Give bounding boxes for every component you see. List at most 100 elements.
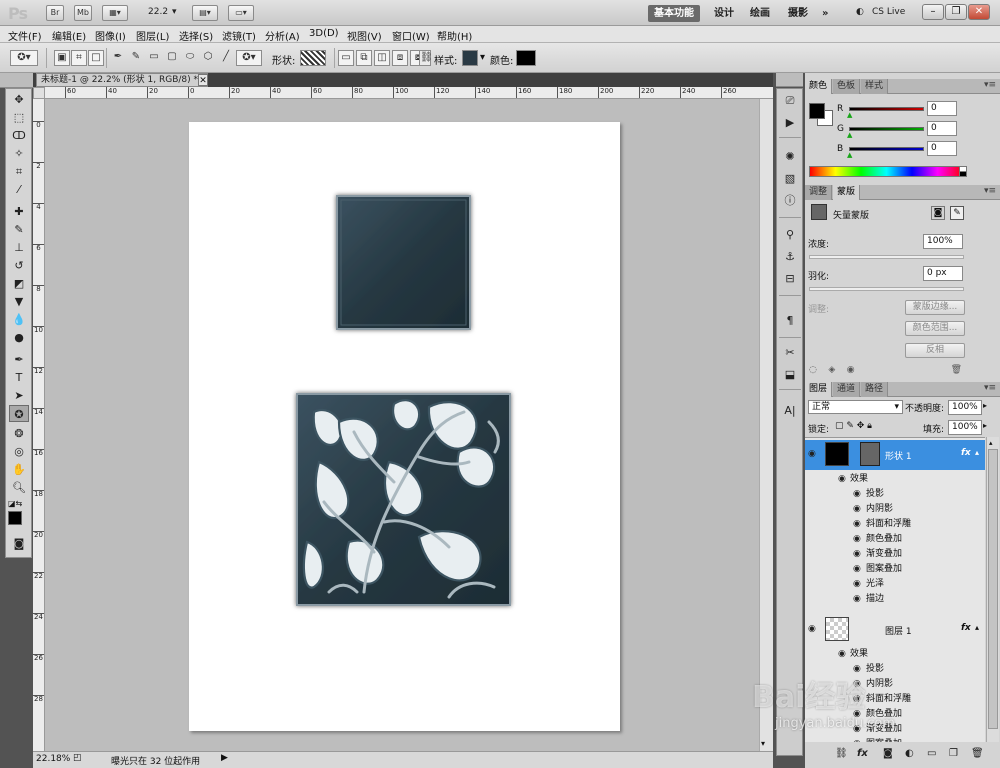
new-group-icon[interactable]: ▭ xyxy=(927,748,936,759)
status-arrow-icon[interactable]: ▶ xyxy=(221,753,228,763)
effect-item[interactable]: ◉ 描边 xyxy=(820,592,980,606)
horizontal-ruler[interactable]: 60 40 20 0 20 40 60 80 100 120 140 160 180 200 220 240 2… xyxy=(45,87,773,99)
more-workspaces-icon[interactable]: » xyxy=(816,5,834,22)
link-icon[interactable]: ⛓ xyxy=(419,50,433,66)
custom-shape-tool-icon[interactable]: ✪ xyxy=(9,405,29,422)
tab-styles[interactable]: 样式 xyxy=(861,79,889,94)
close-button[interactable]: ✕ xyxy=(968,4,990,20)
line-icon[interactable]: ╱ xyxy=(218,50,234,66)
vertical-ruler[interactable]: 0 2 4 6 8 10 12 14 16 18 20 22 24 26 28 xyxy=(33,99,45,751)
crop-tool-icon[interactable]: ⌗ xyxy=(9,163,29,180)
invert-button[interactable]: 反相 xyxy=(905,343,965,358)
style-dropdown-icon[interactable]: ▾ xyxy=(480,52,485,63)
black-white-swatch[interactable] xyxy=(959,166,967,177)
workspace-design[interactable]: 设计 xyxy=(708,5,740,22)
panel-menu-icon[interactable]: ▾≡ xyxy=(984,186,996,196)
expand-effects-icon[interactable]: ▴ xyxy=(975,448,979,457)
paths-icon[interactable]: ⌗ xyxy=(71,50,87,66)
tab-masks[interactable]: 蒙版 xyxy=(833,185,861,200)
quick-selection-tool-icon[interactable]: ✧ xyxy=(9,145,29,162)
cs-live-button[interactable]: CS Live xyxy=(872,7,905,17)
actions-icon[interactable]: ▶ xyxy=(781,115,799,131)
channel-g-handle-icon[interactable]: ▲ xyxy=(847,131,852,139)
effect-eye-icon[interactable]: ◉ xyxy=(853,532,861,546)
paint-bucket-tool-icon[interactable]: ▼ xyxy=(9,293,29,310)
workspace-photography[interactable]: 摄影 xyxy=(782,5,814,22)
tool-presets-icon[interactable]: ⊟ xyxy=(781,271,799,287)
style-picker[interactable] xyxy=(462,50,478,66)
menu-filter[interactable]: 滤镜(T) xyxy=(222,28,256,43)
layer-fx-icon[interactable]: fx xyxy=(961,623,971,633)
rectangle-icon[interactable]: ▭ xyxy=(146,50,162,66)
character-icon[interactable]: A| xyxy=(781,403,799,419)
effect-item[interactable]: ◉ 渐变叠加 xyxy=(820,547,980,561)
vertical-scrollbar[interactable]: ▾ xyxy=(759,99,773,751)
color-swatch[interactable] xyxy=(516,50,536,66)
effect-eye-icon[interactable]: ◉ xyxy=(853,517,861,531)
default-colors-icon[interactable]: ◪⇆ xyxy=(8,499,22,508)
effect-eye-icon[interactable]: ◉ xyxy=(853,722,861,736)
polygon-icon[interactable]: ⬡ xyxy=(200,50,216,66)
effect-item[interactable]: ◉ 光泽 xyxy=(820,577,980,591)
effect-eye-icon[interactable]: ◉ xyxy=(853,662,861,676)
link-layers-icon[interactable]: ⛓ xyxy=(835,748,848,759)
effect-item[interactable]: ◉ 内阴影 xyxy=(820,502,980,516)
info-icon[interactable]: ⓘ xyxy=(781,193,799,209)
delete-mask-icon[interactable]: 🗑︎ xyxy=(951,365,962,375)
visibility-eye-icon[interactable]: ◉ xyxy=(808,449,816,459)
layer-name[interactable]: 形状 1 xyxy=(885,449,912,462)
new-layer-icon[interactable]: ❐ xyxy=(949,748,958,759)
pixel-mask-icon[interactable]: ◙ xyxy=(931,206,945,220)
create-new-shape-icon[interactable]: ▭ xyxy=(338,50,354,66)
blur-tool-icon[interactable]: 💧 xyxy=(9,311,29,328)
channel-r-input[interactable]: 0 xyxy=(927,101,957,116)
expand-effects-icon[interactable]: ▴ xyxy=(975,623,979,632)
channel-g-input[interactable]: 0 xyxy=(927,121,957,136)
eyedropper-tool-icon[interactable]: ⁄ xyxy=(9,181,29,198)
shape-layers-icon[interactable]: ▣ xyxy=(54,50,70,66)
add-shape-icon[interactable]: ⧉ xyxy=(356,50,372,66)
scroll-down-icon[interactable]: ▾ xyxy=(761,739,765,748)
channel-b-handle-icon[interactable]: ▲ xyxy=(847,151,852,159)
tab-color[interactable]: 颜色 xyxy=(805,79,833,94)
menu-view[interactable]: 视图(V) xyxy=(347,28,382,43)
effect-eye-icon[interactable]: ◉ xyxy=(853,677,861,691)
layers-scrollbar[interactable]: ▴ xyxy=(986,437,999,742)
path-selection-tool-icon[interactable]: ➤ xyxy=(9,387,29,404)
effect-item[interactable]: ◉ 内阴影 xyxy=(820,677,980,691)
blend-mode-select[interactable]: 正常 ▾ xyxy=(808,400,903,414)
lasso-tool-icon[interactable]: ↀ xyxy=(9,127,29,144)
vector-mask-icon[interactable]: ✎ xyxy=(950,206,964,220)
effect-eye-icon[interactable]: ◉ xyxy=(853,692,861,706)
channel-b-input[interactable]: 0 xyxy=(927,141,957,156)
shape-picker[interactable] xyxy=(300,50,326,66)
effect-item[interactable]: ◉ 颜色叠加 xyxy=(820,707,980,721)
history-icon[interactable]: ⎚ xyxy=(781,93,799,109)
document-canvas[interactable] xyxy=(189,122,620,731)
effect-item[interactable]: ◉ 图案叠加 xyxy=(820,562,980,576)
fill-pixels-icon[interactable]: □ xyxy=(88,50,104,66)
effect-item[interactable]: ◉ 颜色叠加 xyxy=(820,532,980,546)
opacity-input[interactable]: 100% xyxy=(948,400,982,415)
intersect-shape-icon[interactable]: ⧈ xyxy=(392,50,408,66)
effects-eye-icon[interactable]: ◉ xyxy=(838,647,846,661)
effects-group[interactable]: ◉ 效果 xyxy=(820,472,980,486)
3d-tools-icon[interactable]: ✂ xyxy=(781,345,799,361)
subtract-shape-icon[interactable]: ◫ xyxy=(374,50,390,66)
menu-3d[interactable]: 3D(D) xyxy=(309,28,339,39)
ruler-origin[interactable] xyxy=(33,87,45,99)
quick-mask-icon[interactable]: ◙ xyxy=(9,535,29,552)
type-tool-icon[interactable]: T xyxy=(9,369,29,386)
brush-presets-icon[interactable]: ⚲ xyxy=(781,227,799,243)
histogram-icon[interactable]: ▧ xyxy=(781,171,799,187)
delete-layer-icon[interactable]: 🗑︎ xyxy=(971,748,984,759)
history-brush-tool-icon[interactable]: ↺ xyxy=(9,257,29,274)
effect-item[interactable]: ◉ 图案叠加 xyxy=(820,737,980,742)
paragraph-icon[interactable]: ¶ xyxy=(781,313,799,329)
arrange-documents-button[interactable]: ▤▾ xyxy=(192,5,218,21)
feather-input[interactable]: 0 px xyxy=(923,266,963,281)
screen-mode-button[interactable]: ▭▾ xyxy=(228,5,254,21)
eraser-tool-icon[interactable]: ◩ xyxy=(9,275,29,292)
navigator-icon[interactable]: ✺ xyxy=(781,149,799,165)
document-tab-close-icon[interactable]: ✕ xyxy=(198,74,208,86)
